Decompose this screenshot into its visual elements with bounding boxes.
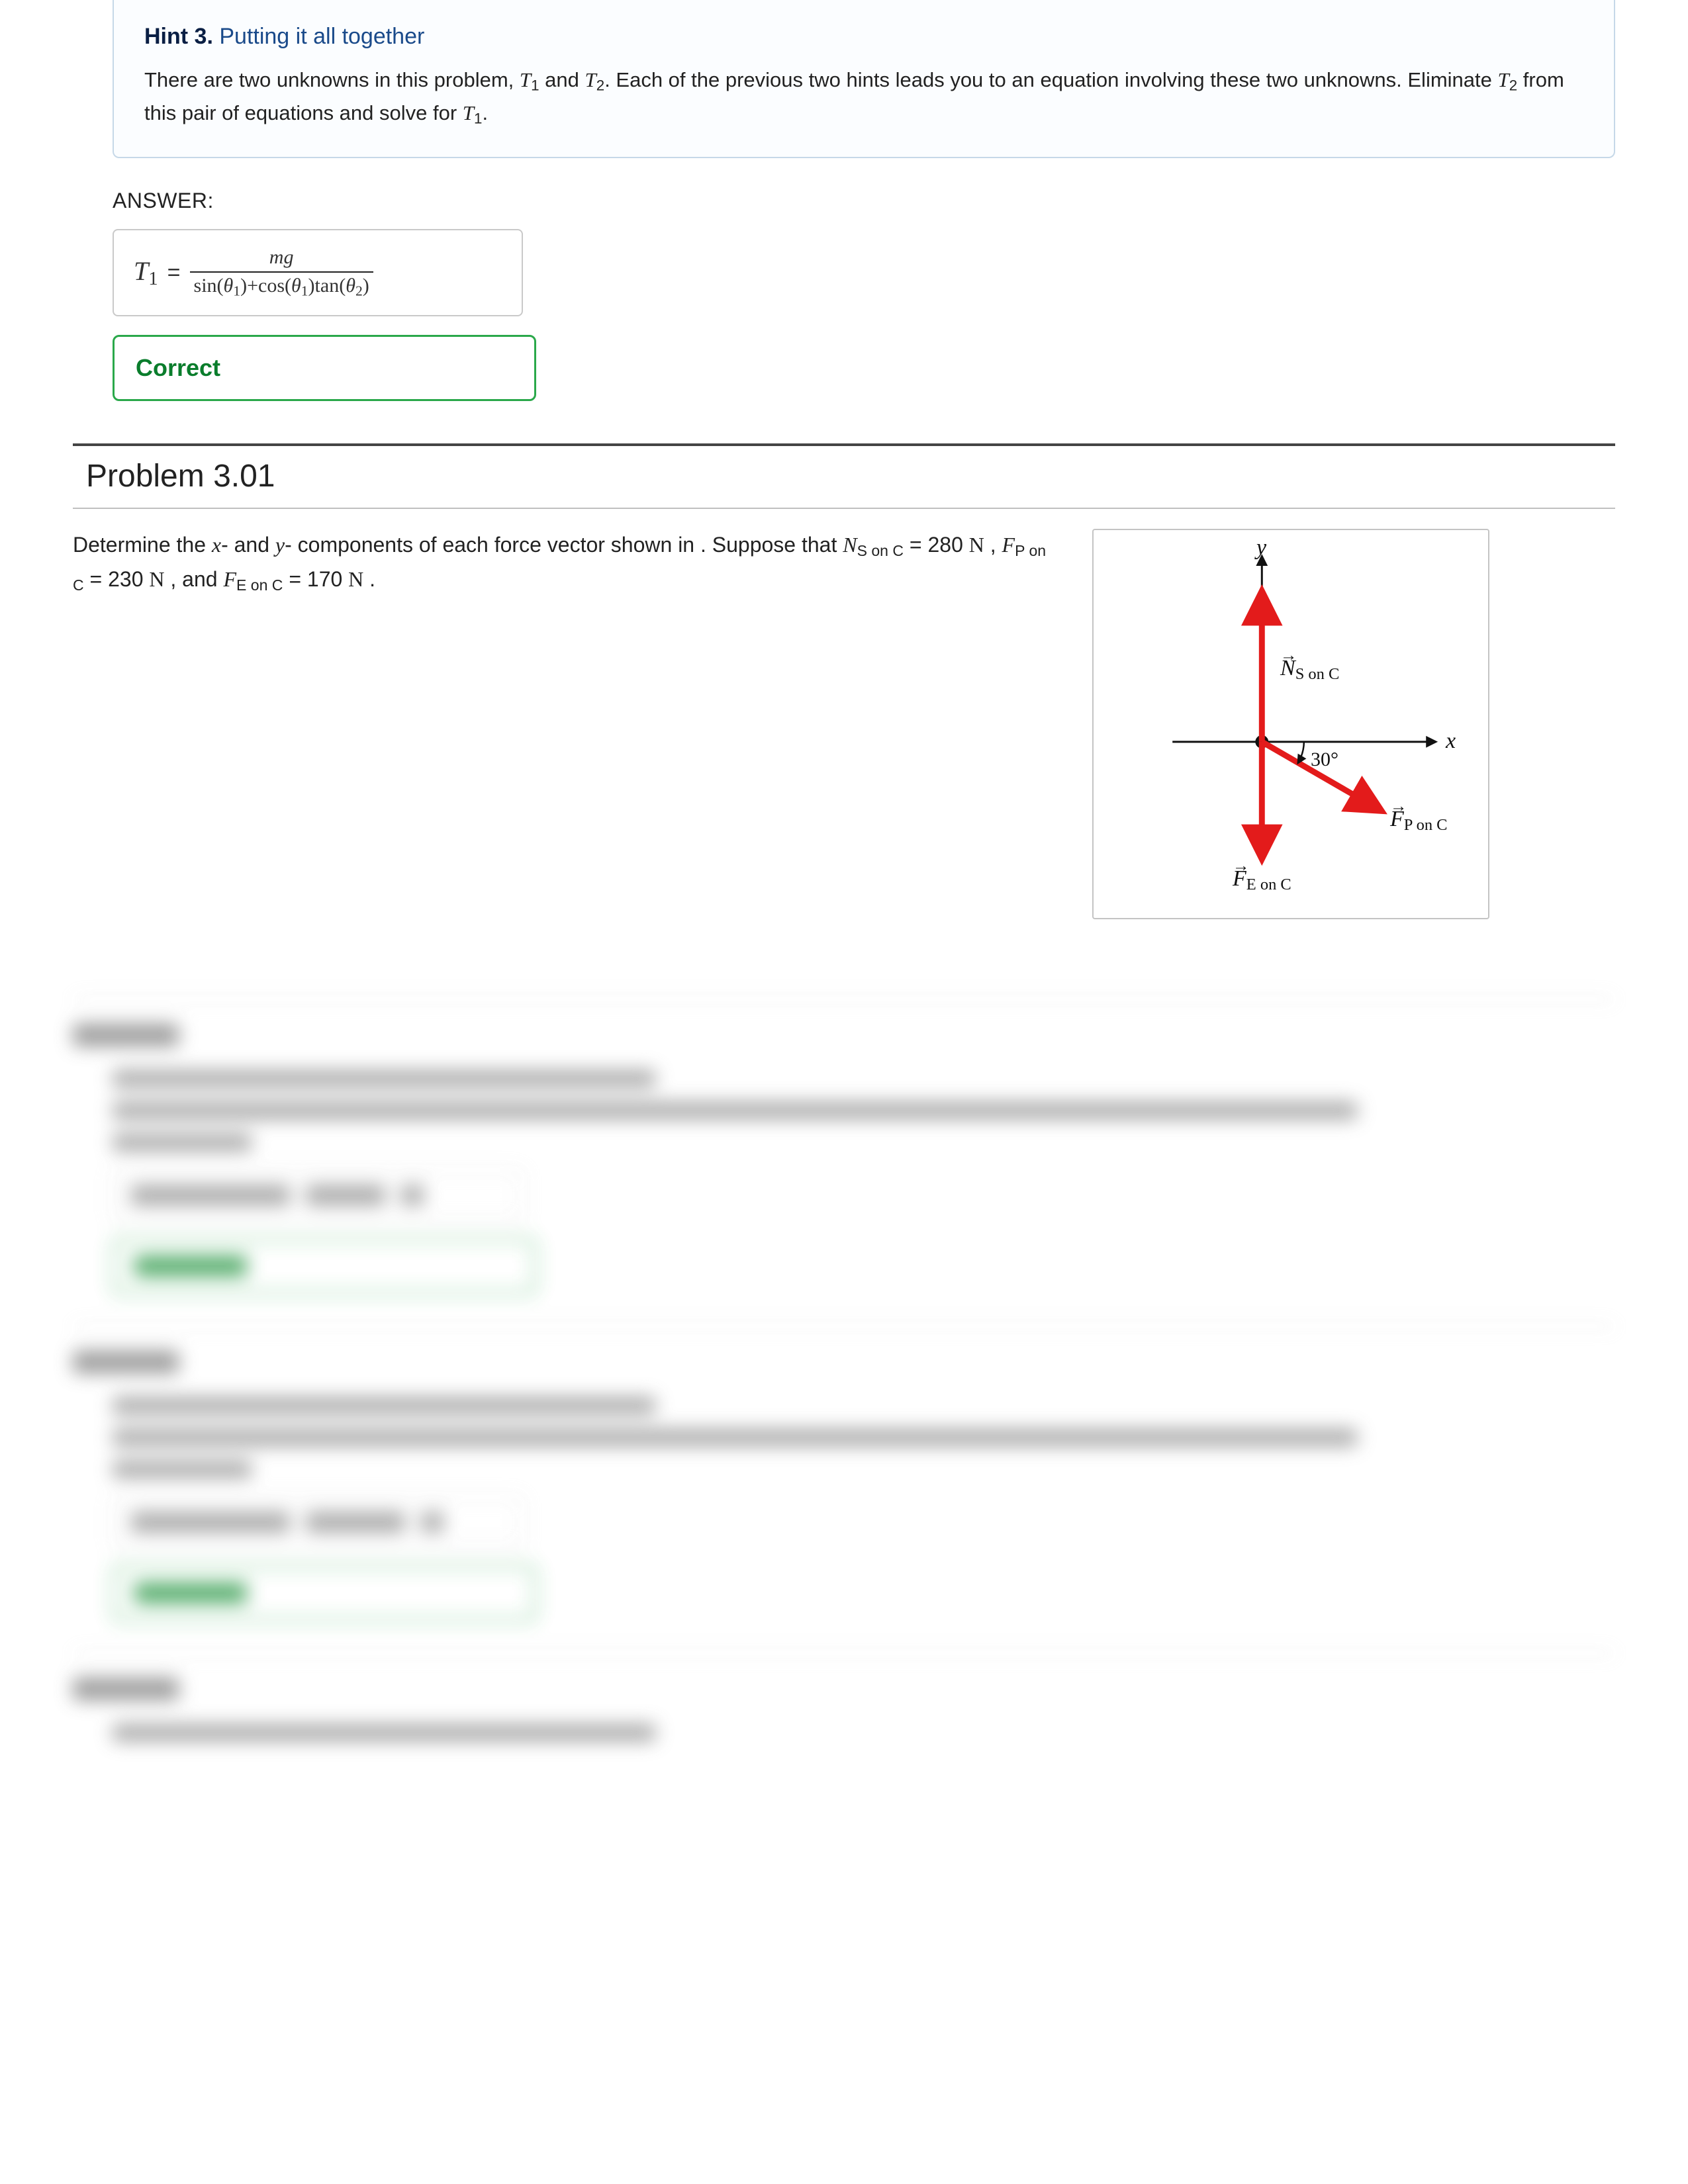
unit: N (348, 567, 363, 591)
part-a-answer: 0, 280 N (113, 1169, 523, 1221)
var-m: m (269, 246, 284, 268)
var-sub: 1 (301, 283, 308, 298)
hint-box: Hint 3. Putting it all together There ar… (113, 0, 1615, 158)
txt: , and (165, 567, 224, 591)
var-theta: θ (291, 275, 301, 296)
value: 170 (307, 567, 348, 591)
problem-row: Determine the x- and y- components of ea… (73, 529, 1615, 919)
var-T: T (1498, 68, 1509, 91)
var-theta: θ (224, 275, 234, 296)
fraction: mg sin(θ1)+cos(θ1)tan(θ2) (190, 246, 373, 299)
var-sub: S on C (857, 542, 904, 559)
lparen: ( (339, 275, 346, 296)
txt: Determine the (73, 533, 212, 557)
var-T: T (585, 68, 596, 91)
axis-x-label: x (1446, 729, 1456, 754)
rparen: ) (240, 275, 247, 296)
part-a-correct: Correct (113, 1238, 536, 1294)
force-diagram: y x 30° NS on C FP on C FE on C (1092, 529, 1489, 919)
rparen: ) (308, 275, 315, 296)
var-sub: 2 (355, 283, 363, 298)
hint-text: There are two unknowns in this problem, (144, 68, 520, 91)
var-F: F (223, 567, 236, 591)
var-T: T (463, 101, 474, 124)
vector-FP-label: FP on C (1390, 807, 1448, 835)
part-b-answer: 199, -115 N (113, 1496, 523, 1548)
var-x: x (212, 533, 221, 557)
answer-label: ANSWER: (113, 189, 1615, 213)
var-theta: θ (346, 275, 355, 296)
lparen: ( (217, 275, 224, 296)
txt: = (84, 567, 108, 591)
hint-text: and (539, 68, 585, 91)
correct-label: Correct (136, 354, 220, 381)
lparen: ( (285, 275, 291, 296)
locked-content: Part A 0, 280 N Correct Part B 199, -115… (73, 999, 1615, 1741)
plus: + (247, 275, 258, 296)
axis-y-label: y (1256, 535, 1266, 561)
var-T: T (520, 68, 531, 91)
var-sub: E on C (236, 576, 283, 593)
var-sub: 2 (596, 77, 604, 94)
fn-tan: tan (315, 275, 340, 296)
hint-name: Putting it all together (219, 24, 424, 49)
var-sub: 1 (233, 283, 240, 298)
txt: = (283, 567, 306, 591)
sub: P on C (1404, 816, 1448, 834)
problem-title: Problem 3.01 (86, 458, 1615, 494)
txt: - components of each force vector shown … (285, 533, 843, 557)
rparen: ) (363, 275, 369, 296)
var-N: N (843, 533, 857, 557)
part-a-heading: Part A (73, 1024, 179, 1046)
problem-statement: Determine the x- and y- components of ea… (73, 529, 1053, 597)
part-b-correct: Correct (113, 1565, 536, 1621)
part-b-heading: Part B (73, 1351, 179, 1373)
thin-divider (73, 508, 1615, 509)
txt: - and (221, 533, 275, 557)
sym: N (1280, 656, 1295, 681)
var-T: T (134, 256, 148, 286)
sub: E on C (1246, 876, 1291, 893)
answer-formula: T1 = mg sin(θ1)+cos(θ1)tan(θ2) (113, 229, 523, 316)
hint-number: Hint 3. (144, 24, 213, 49)
var-F: F (1002, 533, 1015, 557)
hint-text: . (482, 101, 488, 124)
unit: N (969, 533, 984, 557)
sub: S on C (1295, 665, 1340, 683)
var-sub: 1 (148, 268, 158, 289)
diagram-svg (1094, 530, 1488, 918)
value: 280 (927, 533, 968, 557)
txt: = (904, 533, 927, 557)
var-sub: 1 (474, 111, 482, 127)
fn-sin: sin (194, 275, 217, 296)
var-y: y (275, 533, 285, 557)
hint-body: There are two unknowns in this problem, … (144, 64, 1583, 130)
value: 230 (108, 567, 149, 591)
txt: . (363, 567, 375, 591)
equals: = (167, 260, 181, 286)
txt: , (984, 533, 1002, 557)
fn-cos: cos (258, 275, 285, 296)
angle-label: 30° (1311, 749, 1338, 771)
sym: F (1390, 807, 1404, 832)
hint-title: Hint 3. Putting it all together (144, 24, 1583, 50)
section-divider (73, 443, 1615, 446)
sym: F (1233, 866, 1246, 891)
var-sub: 1 (531, 77, 539, 94)
vector-FE-label: FE on C (1233, 866, 1291, 894)
var-sub: 2 (1509, 77, 1517, 94)
var-g: g (283, 246, 293, 268)
feedback-correct: Correct (113, 335, 536, 401)
hint-text: . Each of the previous two hints leads y… (604, 68, 1497, 91)
unit: N (149, 567, 164, 591)
vector-N-label: NS on C (1280, 656, 1339, 684)
part-c-heading: Part C (73, 1678, 179, 1700)
